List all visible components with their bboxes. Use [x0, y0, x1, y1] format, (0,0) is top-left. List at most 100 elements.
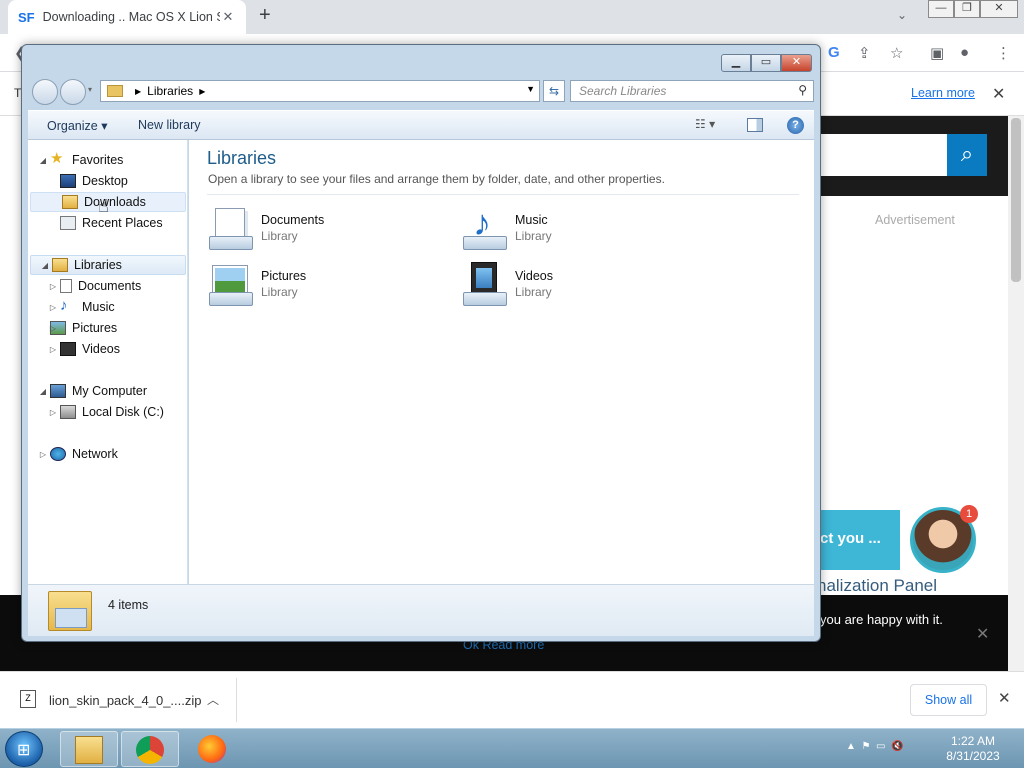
change-view-icon[interactable]: ☷ ▾ — [695, 117, 715, 131]
tree-item-pictures[interactable]: ▷ Pictures — [28, 318, 187, 338]
library-item-music[interactable]: ♪ Music Library — [461, 202, 661, 258]
tree-item-desktop[interactable]: Desktop — [28, 171, 187, 191]
network-icon — [50, 447, 66, 461]
expand-arrow-icon[interactable]: ◢ — [40, 261, 50, 270]
chat-bubble[interactable]: ct you ... — [820, 510, 900, 570]
share-icon[interactable]: ⇪ — [858, 44, 871, 62]
expand-arrow-icon[interactable]: ▷ — [38, 450, 48, 459]
site-favicon: SF — [18, 9, 35, 25]
tree-label: Network — [72, 447, 118, 461]
scrollbar-thumb[interactable] — [1011, 118, 1021, 282]
tree-item-videos[interactable]: ▷ Videos — [28, 339, 187, 359]
preview-pane-icon[interactable] — [747, 118, 763, 132]
browser-minimize-button[interactable]: — — [928, 0, 954, 18]
infobar-close-icon[interactable]: ✕ — [992, 84, 1005, 104]
cookie-banner-text: you are happy with it. — [820, 612, 943, 627]
menu-dots-icon[interactable]: ⋮ — [996, 44, 1011, 62]
taskbar-explorer-button[interactable] — [60, 731, 118, 767]
tab-search-chevron-icon[interactable]: ⌄ — [897, 8, 907, 22]
forward-button[interactable] — [60, 79, 86, 105]
search-input[interactable]: Search Libraries ⚲ — [570, 80, 814, 102]
address-row: ▾ ▶ Libraries ▶ ▼ ⇆ Search Libraries ⚲ — [30, 78, 814, 106]
firefox-icon[interactable] — [198, 735, 226, 763]
library-item-pictures[interactable]: Pictures Library — [207, 262, 407, 314]
site-search-icon[interactable]: ⌕ — [947, 134, 987, 176]
tree-item-documents[interactable]: ▷ Documents — [28, 276, 187, 296]
library-type: Library — [515, 285, 552, 299]
organize-button[interactable]: Organize ▾ — [47, 118, 107, 133]
breadcrumb-libraries[interactable]: Libraries — [147, 84, 193, 98]
tray-icons[interactable]: ▲ ⚑ ▭ 🔇 — [846, 741, 903, 752]
profile-icon[interactable]: ● — [960, 44, 969, 61]
side-panel-icon[interactable]: ▣ — [930, 44, 944, 62]
address-folder-icon — [107, 85, 123, 97]
tree-item-my-computer[interactable]: ◢ My Computer — [28, 381, 187, 401]
tree-item-local-disk[interactable]: ▷ Local Disk (C:) — [28, 402, 187, 422]
explorer-window: ▁ ▭ ✕ ▾ ▶ Libraries ▶ ▼ ⇆ Search Librari… — [21, 44, 821, 642]
expand-arrow-icon[interactable]: ▷ — [48, 408, 58, 417]
browser-close-button[interactable]: ✕ — [980, 0, 1018, 18]
shelf-close-icon[interactable]: ✕ — [998, 689, 1011, 707]
close-button[interactable]: ✕ — [781, 54, 812, 72]
help-icon[interactable]: ? — [787, 117, 804, 134]
refresh-icon[interactable]: ⇆ — [543, 80, 565, 102]
expand-arrow-icon[interactable]: ▷ — [48, 324, 58, 333]
expand-arrow-icon[interactable]: ▷ — [48, 345, 58, 354]
clock-date: 8/31/2023 — [946, 749, 1000, 763]
libraries-large-icon — [48, 591, 92, 631]
site-search-input[interactable] — [820, 134, 947, 176]
browser-tab[interactable]: SF Downloading .. Mac OS X Lion Sk ✕ — [8, 0, 246, 34]
page-scrollbar[interactable] — [1008, 116, 1024, 671]
expand-arrow-icon[interactable]: ▷ — [48, 282, 58, 291]
expand-arrow-icon[interactable]: ▷ — [48, 303, 58, 312]
address-dropdown-icon[interactable]: ▼ — [526, 84, 535, 94]
taskbar-clock[interactable]: 1:22 AM 8/31/2023 — [940, 734, 1006, 764]
taskbar: ⊞ ▲ ⚑ ▭ 🔇 1:22 AM 8/31/2023 — [0, 728, 1024, 768]
library-item-videos[interactable]: Videos Library — [461, 262, 661, 314]
videos-icon — [60, 342, 76, 356]
content-pane: Libraries Open a library to see your fil… — [189, 140, 814, 584]
download-options-chevron-icon[interactable]: ︿ — [207, 691, 219, 708]
show-all-button[interactable]: Show all — [910, 684, 987, 716]
library-name: Pictures — [261, 269, 307, 283]
chrome-icon — [136, 736, 164, 764]
start-button[interactable]: ⊞ — [5, 731, 43, 767]
recent-pages-chevron-icon[interactable]: ▾ — [88, 85, 92, 94]
folder-icon — [75, 736, 103, 764]
back-button[interactable] — [32, 79, 58, 105]
new-library-button[interactable]: New library — [138, 118, 201, 132]
chat-notification-badge: 1 — [960, 505, 978, 523]
advertisement-label: Advertisement — [875, 213, 955, 227]
cookie-close-icon[interactable]: ✕ — [976, 624, 989, 644]
maximize-button[interactable]: ▭ — [751, 54, 781, 72]
recent-places-icon — [60, 216, 76, 230]
tree-item-network[interactable]: ▷ Network — [28, 444, 187, 464]
documents-library-icon — [207, 206, 255, 252]
taskbar-chrome-button[interactable] — [121, 731, 179, 767]
bookmark-star-icon[interactable]: ☆ — [890, 44, 903, 62]
search-icon[interactable]: ⚲ — [798, 83, 807, 97]
learn-more-link[interactable]: Learn more — [911, 86, 975, 100]
expand-arrow-icon[interactable]: ◢ — [38, 156, 48, 165]
page-title: Libraries — [207, 148, 277, 168]
tree-label: Pictures — [72, 321, 118, 335]
minimize-button[interactable]: ▁ — [721, 54, 751, 72]
tree-item-libraries[interactable]: ◢ Libraries — [30, 255, 186, 275]
breadcrumb-arrow-icon[interactable]: ▶ — [135, 87, 141, 96]
pictures-library-icon — [207, 262, 255, 308]
tree-label: Videos — [82, 342, 120, 356]
address-bar[interactable]: ▶ Libraries ▶ ▼ — [100, 80, 540, 102]
tree-item-favorites[interactable]: ◢ ★ Favorites — [28, 150, 187, 170]
new-tab-button[interactable]: + — [259, 4, 271, 27]
download-filename[interactable]: lion_skin_pack_4_0_....zip — [49, 693, 202, 708]
library-item-documents[interactable]: Documents Library — [207, 206, 407, 258]
browser-restore-button[interactable]: ❐ — [954, 0, 980, 18]
expand-arrow-icon[interactable]: ◢ — [38, 387, 48, 396]
divider — [207, 194, 799, 195]
breadcrumb-arrow-icon[interactable]: ▶ — [199, 87, 205, 96]
videos-library-icon — [461, 262, 509, 308]
google-icon[interactable]: G — [828, 44, 840, 61]
tree-label: Recent Places — [82, 216, 163, 230]
tab-close-icon[interactable]: ✕ — [220, 9, 236, 25]
tree-item-music[interactable]: ▷ ♪ Music — [28, 297, 187, 317]
